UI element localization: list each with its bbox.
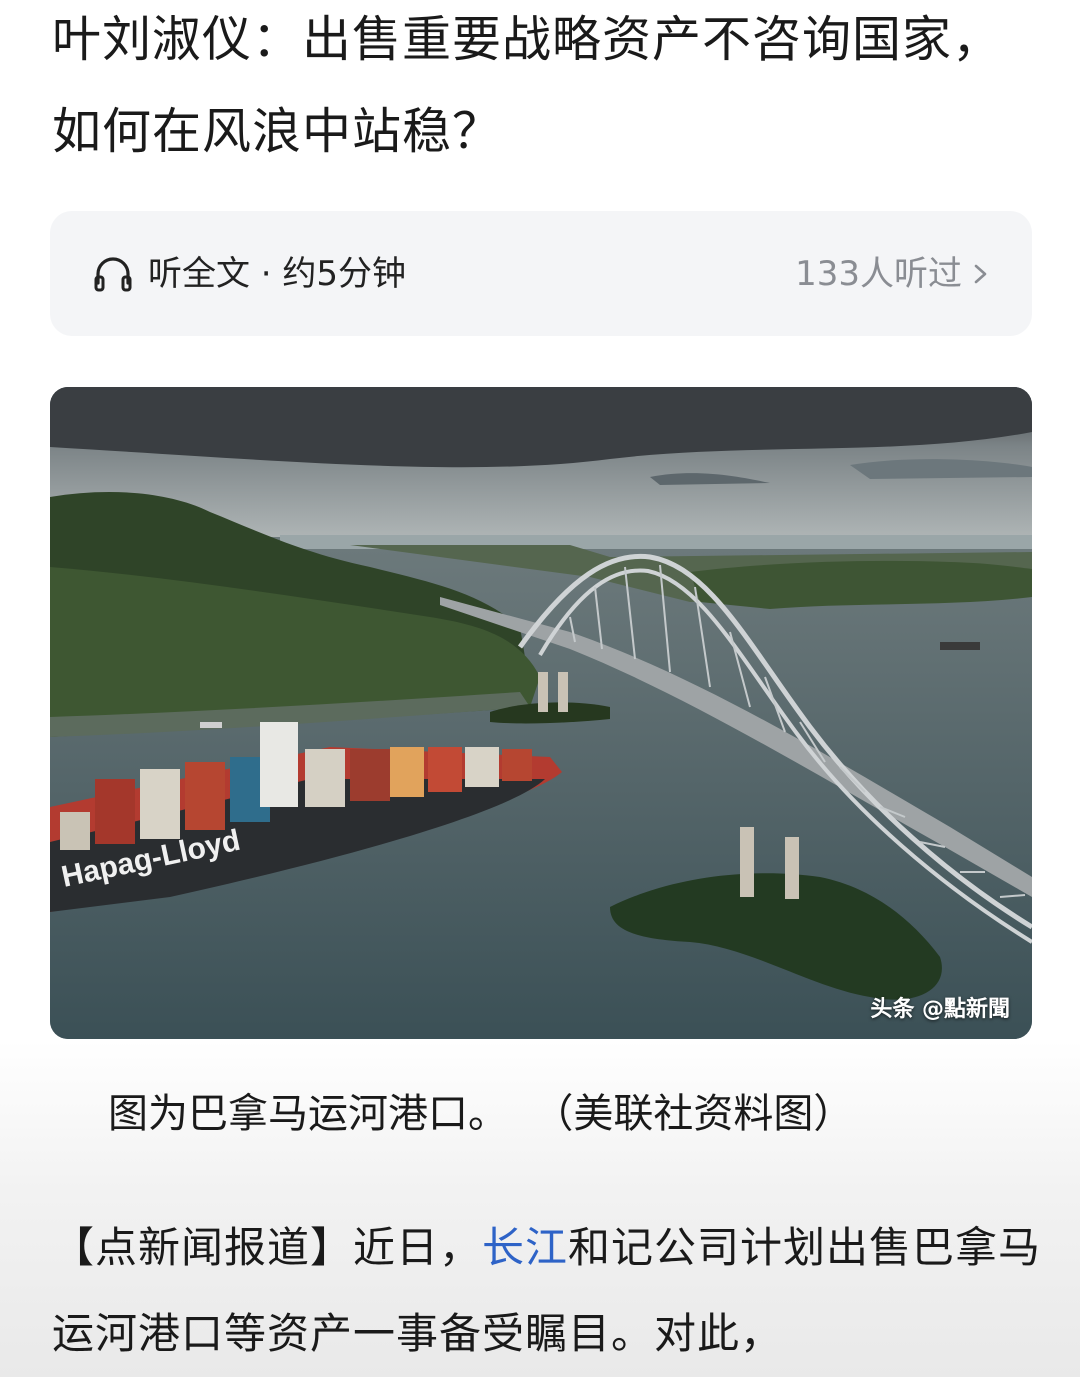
headphones-icon	[94, 257, 132, 292]
photo-illustration: Hapag-Lloyd	[50, 387, 1032, 1039]
listen-count-group[interactable]: 133人听过	[795, 251, 992, 297]
changjiang-link[interactable]: 长江	[482, 1223, 568, 1272]
article-title: 叶刘淑仪：出售重要战略资产不咨询国家，如何在风浪中站稳？	[52, 11, 1003, 160]
image-watermark: 头条 @點新聞	[870, 997, 1010, 1022]
chevron-right-icon	[974, 264, 987, 284]
listen-full-text-label: 听全文 · 约5分钟	[148, 254, 407, 294]
listen-full-text-bar[interactable]: 听全文 · 约5分钟 133人听过	[50, 211, 1032, 336]
audio-left-group: 听全文 · 约5分钟	[92, 251, 406, 297]
listen-count: 133人听过	[795, 254, 962, 294]
body-text-prefix: 【点新闻报道】近日，	[52, 1223, 483, 1272]
image-caption: 图为巴拿马运河港口。 （美联社资料图）	[108, 1091, 854, 1137]
panama-canal-photo[interactable]: Hapag-Lloyd 头条 @點新聞	[50, 387, 1032, 1039]
article-page: 叶刘淑仪：出售重要战略资产不咨询国家，如何在风浪中站稳？ 听全文 · 约5分钟 …	[0, 0, 1080, 1377]
article-body-paragraph: 【点新闻报道】近日，长江和记公司计划出售巴拿马运河港口等资产一事备受瞩目。对此，	[52, 1205, 1042, 1377]
